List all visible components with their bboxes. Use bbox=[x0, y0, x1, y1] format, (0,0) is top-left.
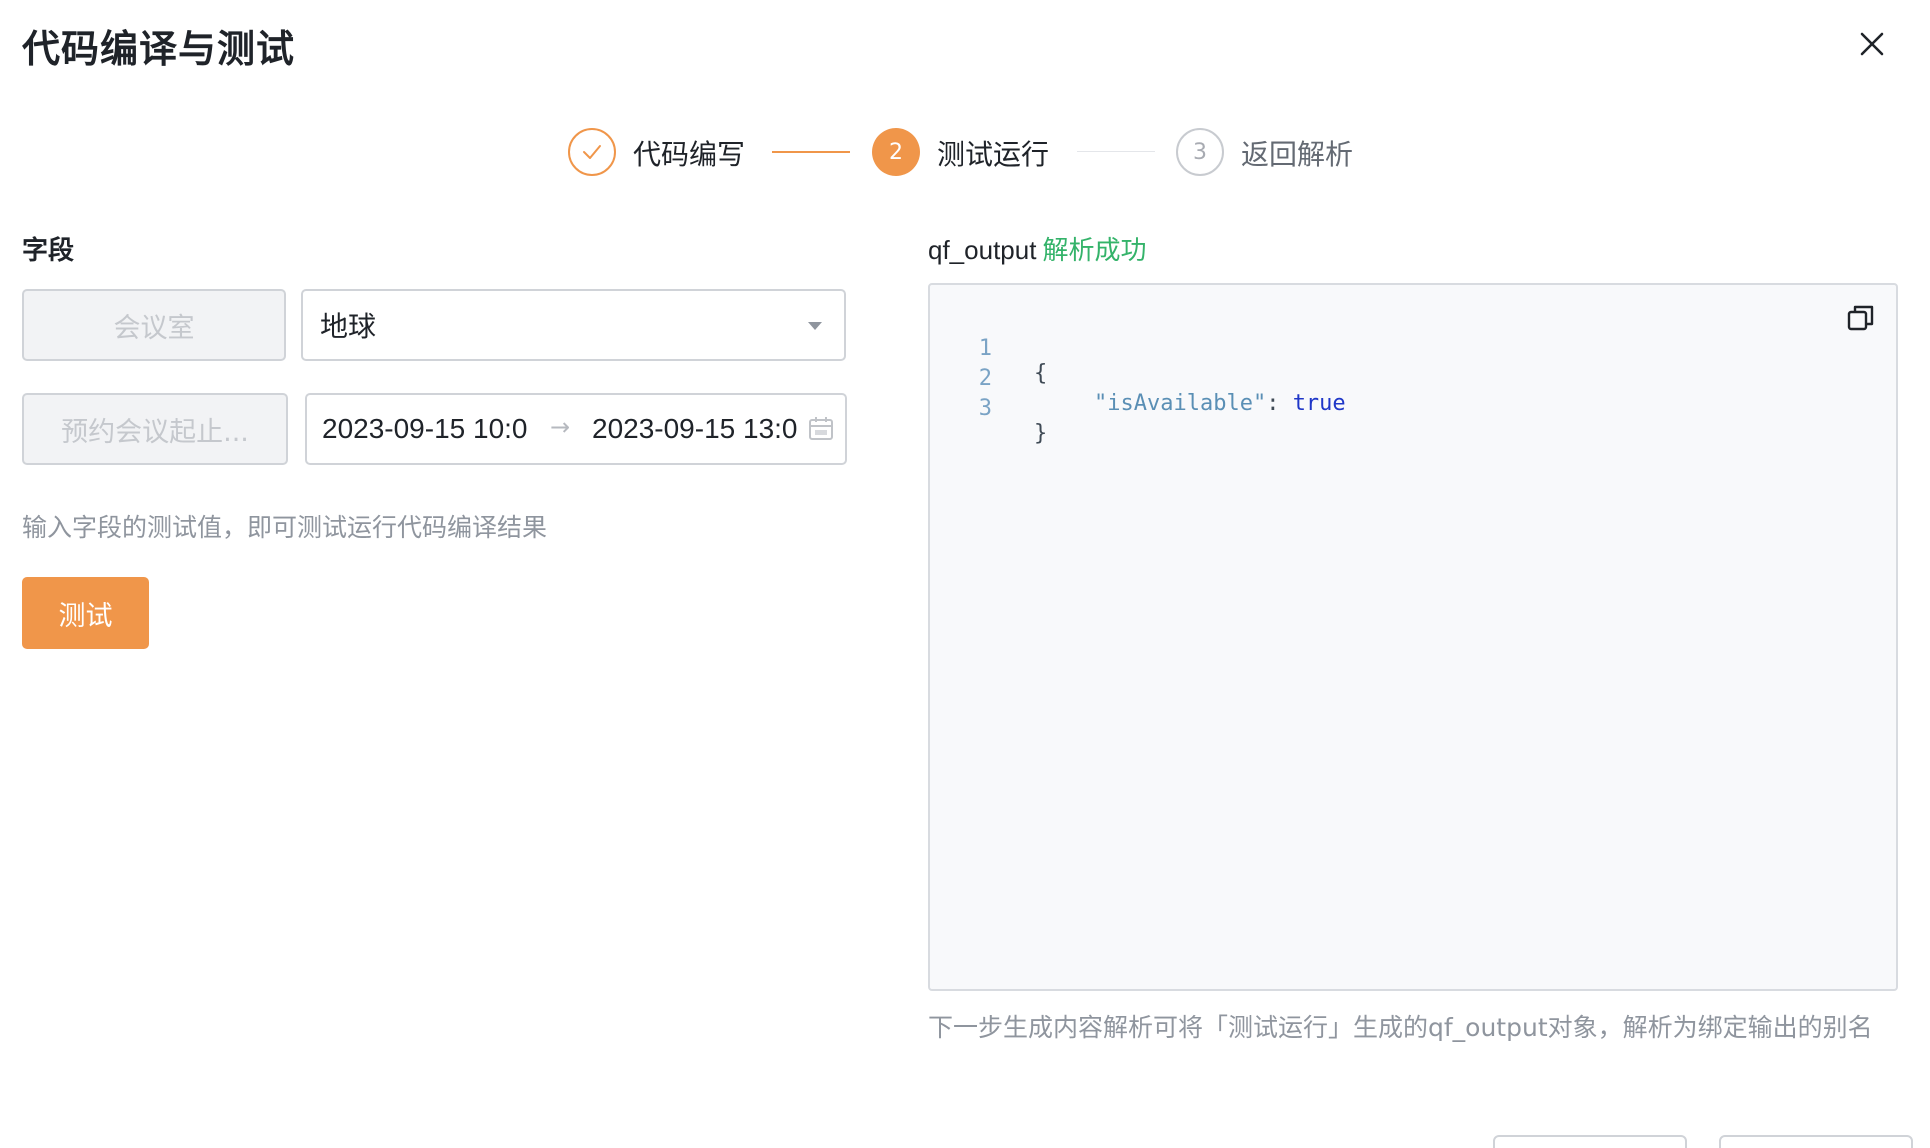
caret-down-icon bbox=[808, 322, 822, 330]
date-range-start-input[interactable]: 2023-09-15 10:00 bbox=[322, 413, 528, 445]
output-note: 下一步生成内容解析可将「测试运行」生成的qf_output对象，解析为绑定输出的… bbox=[928, 1013, 1873, 1042]
test-button[interactable]: 测试 bbox=[22, 577, 149, 649]
footer-button-secondary[interactable] bbox=[1493, 1135, 1687, 1148]
step-1-check-icon bbox=[568, 128, 616, 176]
json-key: "isAvailable" bbox=[1094, 391, 1267, 416]
copy-icon[interactable] bbox=[1844, 301, 1878, 335]
close-icon[interactable] bbox=[1852, 24, 1892, 64]
parse-status: 解析成功 bbox=[1042, 236, 1147, 266]
code-line: 2 "isAvailable": true bbox=[930, 341, 1346, 416]
json-output-viewer[interactable]: 1 { 2 "isAvailable": true 3 } bbox=[928, 283, 1898, 991]
json-separator: : bbox=[1266, 391, 1293, 416]
dialog-title: 代码编译与测试 bbox=[22, 27, 296, 71]
meeting-room-select[interactable]: 地球 bbox=[301, 289, 846, 361]
fields-section-label: 字段 bbox=[22, 236, 75, 266]
step-3-label: 返回解析 bbox=[1241, 138, 1354, 171]
field-name-meeting-room: 会议室 bbox=[22, 289, 286, 361]
field-name-booking-range: 预约会议起止... bbox=[22, 393, 288, 465]
step-connector-1 bbox=[772, 151, 850, 153]
code-text: "isAvailable": true bbox=[1094, 391, 1346, 416]
code-line: 1 { bbox=[930, 311, 1048, 386]
meeting-room-select-value: 地球 bbox=[320, 310, 377, 343]
code-line: 3 } bbox=[930, 371, 1048, 446]
date-range-end-input[interactable]: 2023-09-15 13:00 bbox=[592, 413, 798, 445]
line-number: 3 bbox=[978, 396, 992, 421]
footer-button-primary[interactable] bbox=[1719, 1135, 1913, 1148]
step-3-number: 3 bbox=[1176, 128, 1224, 176]
step-1-label: 代码编写 bbox=[633, 138, 746, 171]
code-text: { bbox=[1034, 361, 1048, 386]
step-2-number: 2 bbox=[872, 128, 920, 176]
output-header: qf_output 解析成功 bbox=[928, 230, 1146, 267]
fields-hint: 输入字段的测试值，即可测试运行代码编译结果 bbox=[22, 513, 548, 542]
step-2-label: 测试运行 bbox=[937, 138, 1050, 171]
json-value: true bbox=[1292, 391, 1346, 416]
output-name: qf_output bbox=[928, 235, 1037, 265]
date-range-picker[interactable]: 2023-09-15 10:00 → 2023-09-15 13:00 bbox=[305, 393, 847, 465]
range-arrow-icon: → bbox=[550, 413, 571, 441]
code-compile-test-dialog: 代码编译与测试 代码编写 2 测试运行 3 返回解析 字段 会议室 地球 预约会… bbox=[0, 0, 1930, 1148]
calendar-icon bbox=[809, 417, 833, 440]
step-indicator: 代码编写 2 测试运行 3 返回解析 bbox=[0, 125, 1930, 177]
code-text: } bbox=[1034, 421, 1048, 446]
step-connector-2 bbox=[1077, 151, 1155, 152]
